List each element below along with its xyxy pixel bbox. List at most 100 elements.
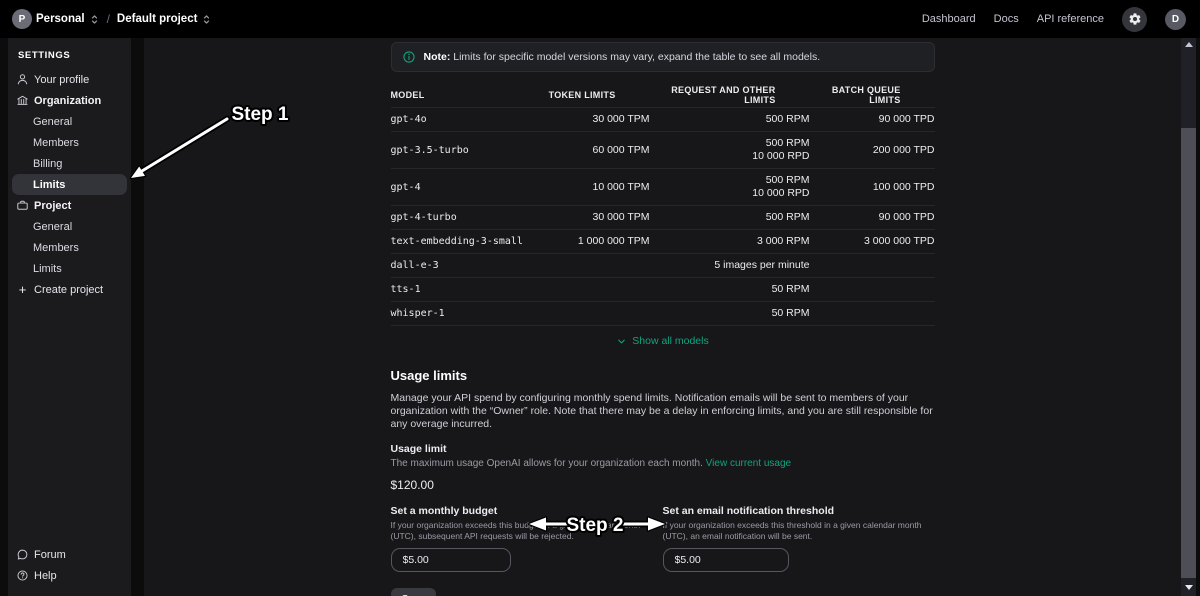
- sidebar-item-org-general[interactable]: General: [8, 111, 131, 132]
- sidebar-bottom: Forum Help: [8, 544, 131, 596]
- budget-settings-row: Set a monthly budget If your organizatio…: [391, 505, 935, 572]
- notification-threshold-input[interactable]: [663, 548, 789, 572]
- plus-icon: +: [16, 283, 29, 296]
- table-row: gpt-3.5-turbo 60 000 TPM 500 RPM10 000 R…: [391, 132, 935, 169]
- person-icon: [16, 73, 29, 86]
- sidebar-item-label: Members: [33, 242, 79, 254]
- usage-limit-value: $120.00: [391, 478, 935, 492]
- model-name: gpt-4-turbo: [391, 211, 538, 224]
- organization-icon: [16, 94, 29, 107]
- sidebar-item-project-general[interactable]: General: [8, 216, 131, 237]
- usage-limit-help-text: The maximum usage OpenAI allows for your…: [391, 458, 703, 469]
- batch-limit: 90 000 TPD: [810, 113, 935, 126]
- note-text: Note: Limits for specific model versions…: [424, 51, 821, 64]
- model-limits-table: MODEL TOKEN LIMITS REQUEST AND OTHER LIM…: [391, 82, 935, 326]
- info-icon: [402, 50, 416, 64]
- settings-sidebar: SETTINGS Your profile Organization Gener…: [8, 38, 131, 596]
- account-avatar: P: [12, 9, 32, 29]
- col-header-token-limits: TOKEN LIMITS: [538, 90, 650, 100]
- col-header-request-limits: REQUEST AND OTHER LIMITS: [650, 85, 810, 105]
- nav-docs[interactable]: Docs: [994, 13, 1019, 25]
- triangle-up-icon: [1185, 42, 1193, 47]
- sidebar-item-label: General: [33, 116, 72, 128]
- scroll-down-arrow[interactable]: [1181, 581, 1196, 594]
- selector-chevrons-icon: [201, 13, 212, 26]
- show-all-models-label: Show all models: [632, 335, 708, 347]
- monthly-budget-column: Set a monthly budget If your organizatio…: [391, 505, 663, 572]
- briefcase-icon: [16, 199, 29, 212]
- sidebar-item-label: Project: [34, 200, 71, 212]
- chevron-down-icon: [616, 336, 627, 347]
- scroll-up-arrow[interactable]: [1181, 38, 1196, 51]
- sidebar-item-label: Billing: [33, 158, 62, 170]
- create-project-button[interactable]: + Create project: [8, 279, 131, 300]
- help-icon: [16, 569, 29, 582]
- topbar: P Personal / Default project Dashboard D…: [0, 0, 1200, 38]
- account-switcher[interactable]: P Personal: [12, 9, 100, 29]
- table-row: text-embedding-3-small 1 000 000 TPM 3 0…: [391, 230, 935, 254]
- model-name: gpt-3.5-turbo: [391, 144, 538, 157]
- sidebar-item-organization[interactable]: Organization: [8, 90, 131, 111]
- request-limit: 500 RPM: [650, 211, 810, 224]
- notification-threshold-help: If your organization exceeds this thresh…: [663, 520, 925, 541]
- model-name: text-embedding-3-small: [391, 235, 538, 248]
- token-limit: 1 000 000 TPM: [538, 235, 650, 248]
- request-limit: 5 images per minute: [650, 259, 810, 272]
- table-row: dall-e-3 5 images per minute: [391, 254, 935, 278]
- monthly-budget-input[interactable]: [391, 548, 511, 572]
- sidebar-item-label: Members: [33, 137, 79, 149]
- sidebar-item-project-members[interactable]: Members: [8, 237, 131, 258]
- sidebar-item-your-profile[interactable]: Your profile: [8, 69, 131, 90]
- table-row: tts-1 50 RPM: [391, 278, 935, 302]
- breadcrumb-separator: /: [107, 12, 110, 26]
- col-header-batch-limits: BATCH QUEUE LIMITS: [810, 85, 935, 105]
- usage-limits-description: Manage your API spend by configuring mon…: [391, 392, 935, 431]
- sidebar-heading: SETTINGS: [8, 46, 131, 69]
- project-name: Default project: [117, 13, 198, 25]
- workspace-breadcrumb: P Personal / Default project: [12, 9, 212, 29]
- batch-limit: 90 000 TPD: [810, 211, 935, 224]
- save-button[interactable]: Save: [391, 588, 437, 596]
- vertical-scrollbar[interactable]: [1181, 38, 1196, 596]
- usage-limit-label: Usage limit: [391, 443, 935, 455]
- settings-gear-button[interactable]: [1122, 7, 1147, 32]
- sidebar-item-org-members[interactable]: Members: [8, 132, 131, 153]
- sidebar-item-label: Limits: [33, 179, 65, 191]
- sidebar-item-label: Organization: [34, 95, 101, 107]
- request-limit: 3 000 RPM: [650, 235, 810, 248]
- token-limit: 10 000 TPM: [538, 181, 650, 194]
- user-avatar[interactable]: D: [1165, 9, 1186, 30]
- notification-threshold-column: Set an email notification threshold If y…: [663, 505, 935, 572]
- request-limit: 50 RPM: [650, 283, 810, 296]
- show-all-models-link[interactable]: Show all models: [391, 330, 935, 352]
- step1-arrowhead: [131, 167, 145, 179]
- nav-api-reference[interactable]: API reference: [1037, 13, 1104, 25]
- create-project-label: Create project: [34, 284, 103, 296]
- request-limit: 50 RPM: [650, 307, 810, 320]
- request-limit: 500 RPM10 000 RPD: [650, 137, 810, 163]
- main-content: Note: Limits for specific model versions…: [144, 38, 1181, 596]
- sidebar-item-help[interactable]: Help: [8, 565, 131, 586]
- usage-limit-block: Usage limit The maximum usage OpenAI all…: [391, 443, 935, 492]
- scrollbar-thumb[interactable]: [1181, 128, 1196, 578]
- monthly-budget-help: If your organization exceeds this budget…: [391, 520, 653, 541]
- topbar-nav: Dashboard Docs API reference D: [922, 7, 1186, 32]
- view-current-usage-link[interactable]: View current usage: [706, 458, 791, 469]
- token-limit: 60 000 TPM: [538, 144, 650, 157]
- gear-icon: [1128, 12, 1142, 26]
- triangle-down-icon: [1185, 585, 1193, 590]
- table-row: gpt-4-turbo 30 000 TPM 500 RPM 90 000 TP…: [391, 206, 935, 230]
- project-switcher[interactable]: Default project: [117, 13, 213, 26]
- sidebar-item-project-limits[interactable]: Limits: [8, 258, 131, 279]
- sidebar-item-label: General: [33, 221, 72, 233]
- note-label: Note:: [424, 51, 451, 63]
- sidebar-item-org-billing[interactable]: Billing: [8, 153, 131, 174]
- sidebar-item-project[interactable]: Project: [8, 195, 131, 216]
- table-row: whisper-1 50 RPM: [391, 302, 935, 326]
- nav-dashboard[interactable]: Dashboard: [922, 13, 976, 25]
- token-limit: 30 000 TPM: [538, 113, 650, 126]
- account-name: Personal: [36, 13, 85, 25]
- sidebar-item-forum[interactable]: Forum: [8, 544, 131, 565]
- sidebar-item-label: Limits: [33, 263, 62, 275]
- sidebar-item-org-limits[interactable]: Limits: [12, 174, 127, 195]
